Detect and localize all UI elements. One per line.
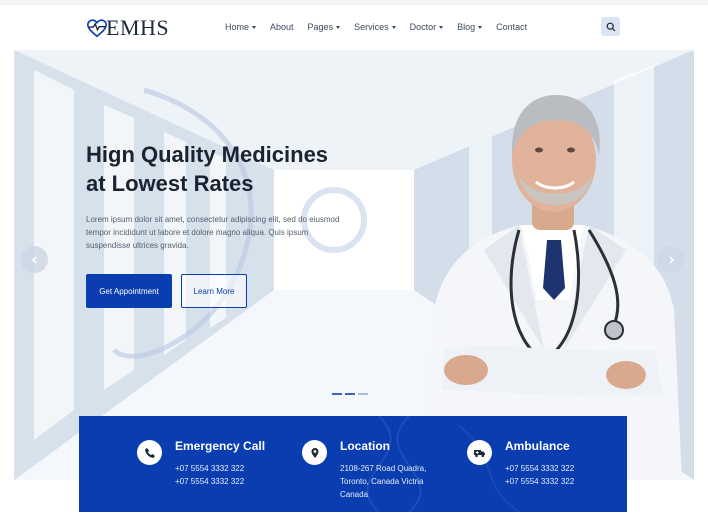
chevron-left-icon	[31, 255, 37, 264]
phone-icon	[137, 440, 162, 465]
nav-pages[interactable]: Pages	[308, 22, 341, 32]
hero-description: Lorem ipsum dolor sit amet, consectetur …	[86, 213, 366, 252]
slider-dot-3[interactable]	[358, 393, 368, 395]
location-line-2: Toronto, Canada Victria	[340, 477, 424, 486]
chevron-down-icon	[439, 25, 444, 29]
ambulance-phone-1[interactable]: +07 5554 3332 322	[505, 464, 574, 473]
slider-dots	[332, 393, 368, 395]
logo[interactable]: EMHS	[86, 15, 169, 41]
logo-text: EMHS	[106, 15, 170, 40]
nav-services-label: Services	[354, 22, 389, 32]
chevron-down-icon	[336, 25, 341, 29]
ambulance-phone-2[interactable]: +07 5554 3332 322	[505, 477, 574, 486]
slider-dot-1[interactable]	[332, 393, 342, 395]
location-line-1: 2108-267 Road Quadra,	[340, 464, 427, 473]
hero-title-line2: at Lowest Rates	[86, 171, 254, 196]
prev-slide-button[interactable]	[21, 246, 48, 273]
search-button[interactable]	[601, 17, 620, 36]
nav-about[interactable]: About	[270, 22, 294, 32]
map-pin-icon	[302, 440, 327, 465]
nav-home-label: Home	[225, 22, 250, 32]
location-line-3: Canada	[340, 490, 369, 499]
nav-about-label: About	[270, 22, 294, 32]
hero-title-line1: Hign Quality Medicines	[86, 142, 329, 167]
chevron-right-icon	[668, 255, 674, 264]
main-nav: Home About Pages Services Doctor Blog Co…	[225, 22, 527, 32]
nav-pages-label: Pages	[307, 22, 334, 32]
nav-blog[interactable]: Blog	[457, 22, 483, 32]
next-slide-button[interactable]	[657, 246, 684, 273]
chevron-down-icon	[391, 25, 396, 29]
emergency-phone-1[interactable]: +07 5554 3332 322	[175, 464, 244, 473]
site-header: EMHS Home About Pages Services Doctor Bl…	[0, 5, 708, 50]
hero-description-line1: Lorem ipsum dolor sit amet, consectetur …	[86, 215, 340, 224]
nav-doctor[interactable]: Doctor	[410, 22, 444, 32]
hero-title: Hign Quality Medicines at Lowest Rates	[86, 140, 406, 198]
nav-contact[interactable]: Contact	[496, 22, 527, 32]
nav-blog-label: Blog	[457, 22, 476, 32]
hero-description-line3: suspendisse ultrices gravida.	[86, 241, 189, 250]
slider-dot-2[interactable]	[345, 393, 355, 395]
location-title: Location	[340, 439, 390, 453]
nav-services[interactable]: Services	[354, 22, 396, 32]
nav-home[interactable]: Home	[225, 22, 257, 32]
ambulance-icon	[467, 440, 492, 465]
contact-info-band: Emergency Call +07 5554 3332 322 +07 555…	[79, 416, 627, 512]
search-icon	[606, 22, 615, 31]
heart-pulse-icon	[87, 19, 107, 38]
chevron-down-icon	[252, 25, 257, 29]
nav-contact-label: Contact	[496, 22, 528, 32]
nav-doctor-label: Doctor	[409, 22, 437, 32]
ambulance-title: Ambulance	[505, 439, 570, 453]
hero-description-line2: tempor incididunt ut labore et dolore ma…	[86, 228, 309, 237]
emergency-phone-2[interactable]: +07 5554 3332 322	[175, 477, 244, 486]
get-appointment-button[interactable]: Get Appointment	[86, 274, 172, 308]
learn-more-button[interactable]: Learn More	[181, 274, 247, 308]
chevron-down-icon	[478, 25, 483, 29]
emergency-call-title: Emergency Call	[175, 439, 266, 453]
